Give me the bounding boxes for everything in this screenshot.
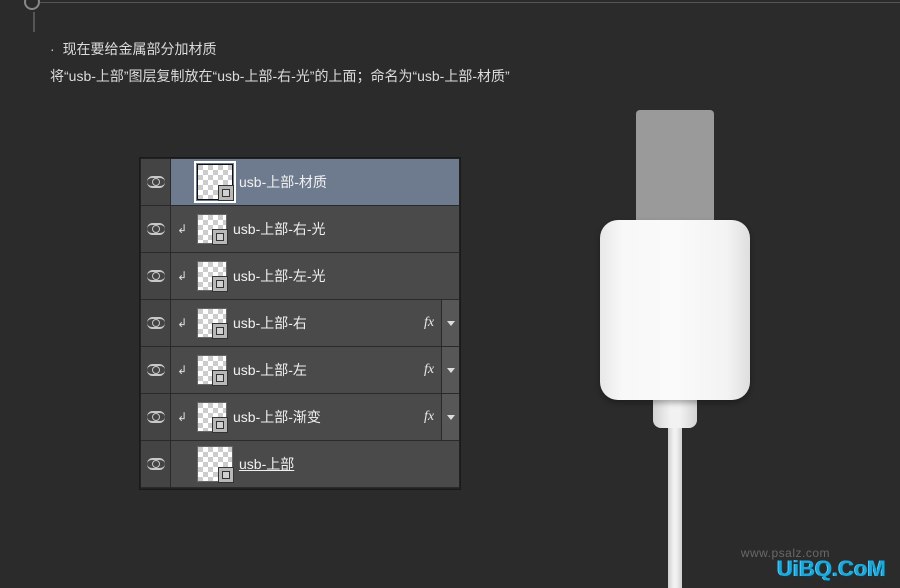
eye-icon	[147, 411, 165, 423]
layer-name-label[interactable]: usb-上部-左	[233, 360, 417, 380]
clipping-mask-icon: ↳	[177, 316, 187, 330]
eye-icon	[147, 270, 165, 282]
fx-collapse-button[interactable]	[441, 347, 459, 393]
layer-thumbnail[interactable]	[197, 164, 233, 200]
fx-indicator[interactable]: fx	[417, 315, 441, 331]
eye-icon	[147, 317, 165, 329]
vector-mask-badge-icon	[218, 185, 234, 201]
visibility-toggle[interactable]	[141, 347, 171, 393]
indent-cell: ↳	[171, 410, 193, 424]
visibility-toggle[interactable]	[141, 253, 171, 299]
vector-mask-badge-icon	[212, 276, 228, 292]
layer-row[interactable]: usb-上部	[141, 441, 459, 488]
usb-cable	[668, 428, 682, 588]
layer-row[interactable]: ↳ usb-上部-渐变fx	[141, 394, 459, 441]
instructions-block: · 现在要给金属部分加材质 将“usb-上部”图层复制放在“usb-上部-右-光…	[50, 36, 860, 89]
layer-name-label[interactable]: usb-上部-材质	[239, 172, 459, 192]
instruction-line-2: 将“usb-上部”图层复制放在“usb-上部-右-光”的上面；命名为“usb-上…	[50, 63, 860, 90]
step-marker-circle	[24, 0, 40, 10]
layer-row[interactable]: usb-上部-材质	[141, 159, 459, 206]
fx-indicator[interactable]: fx	[417, 409, 441, 425]
clipping-mask-icon: ↳	[177, 410, 187, 424]
layer-thumbnail[interactable]	[197, 446, 233, 482]
bullet-dot: ·	[50, 41, 55, 57]
top-divider	[40, 2, 900, 3]
indent-cell: ↳	[171, 363, 193, 377]
visibility-toggle[interactable]	[141, 206, 171, 252]
visibility-toggle[interactable]	[141, 159, 171, 205]
clipping-mask-icon: ↳	[177, 222, 187, 236]
clipping-mask-icon: ↳	[177, 363, 187, 377]
chevron-down-icon	[447, 368, 455, 373]
usb-illustration	[590, 110, 760, 588]
layer-name-label[interactable]: usb-上部-右	[233, 313, 417, 333]
layer-thumbnail[interactable]	[197, 308, 227, 338]
layer-name-label[interactable]: usb-上部-左-光	[233, 266, 459, 286]
layer-row[interactable]: ↳ usb-上部-右fx	[141, 300, 459, 347]
usb-metal-tip	[636, 110, 714, 232]
vector-mask-badge-icon	[212, 229, 228, 245]
fx-indicator[interactable]: fx	[417, 362, 441, 378]
chevron-down-icon	[447, 415, 455, 420]
layer-name-label[interactable]: usb-上部	[239, 454, 459, 474]
watermark-big: UiBQ.CoM	[777, 556, 886, 582]
visibility-toggle[interactable]	[141, 394, 171, 440]
fx-collapse-button[interactable]	[441, 394, 459, 440]
indent-cell: ↳	[171, 269, 193, 283]
layer-row[interactable]: ↳ usb-上部-左fx	[141, 347, 459, 394]
vector-mask-badge-icon	[212, 417, 228, 433]
eye-icon	[147, 223, 165, 235]
vector-mask-badge-icon	[212, 323, 228, 339]
vector-mask-badge-icon	[212, 370, 228, 386]
indent-cell: ↳	[171, 222, 193, 236]
usb-neck	[653, 400, 697, 428]
eye-icon	[147, 176, 165, 188]
vector-mask-badge-icon	[218, 467, 234, 483]
layer-thumbnail[interactable]	[197, 402, 227, 432]
layer-row[interactable]: ↳ usb-上部-左-光	[141, 253, 459, 300]
fx-collapse-button[interactable]	[441, 300, 459, 346]
layer-thumbnail[interactable]	[197, 214, 227, 244]
usb-plastic-body	[600, 220, 750, 400]
visibility-toggle[interactable]	[141, 441, 171, 487]
layer-thumbnail[interactable]	[197, 355, 227, 385]
instruction-line-1: 现在要给金属部分加材质	[63, 41, 217, 57]
clipping-mask-icon: ↳	[177, 269, 187, 283]
chevron-down-icon	[447, 321, 455, 326]
layer-name-label[interactable]: usb-上部-渐变	[233, 407, 417, 427]
visibility-toggle[interactable]	[141, 300, 171, 346]
layers-panel: usb-上部-材质 ↳ usb-上部-右-光 ↳ usb-上部-左-光 ↳ usb-上部-右…	[140, 158, 460, 489]
eye-icon	[147, 364, 165, 376]
indent-cell: ↳	[171, 316, 193, 330]
layer-name-label[interactable]: usb-上部-右-光	[233, 219, 459, 239]
layer-row[interactable]: ↳ usb-上部-右-光	[141, 206, 459, 253]
layer-thumbnail[interactable]	[197, 261, 227, 291]
eye-icon	[147, 458, 165, 470]
